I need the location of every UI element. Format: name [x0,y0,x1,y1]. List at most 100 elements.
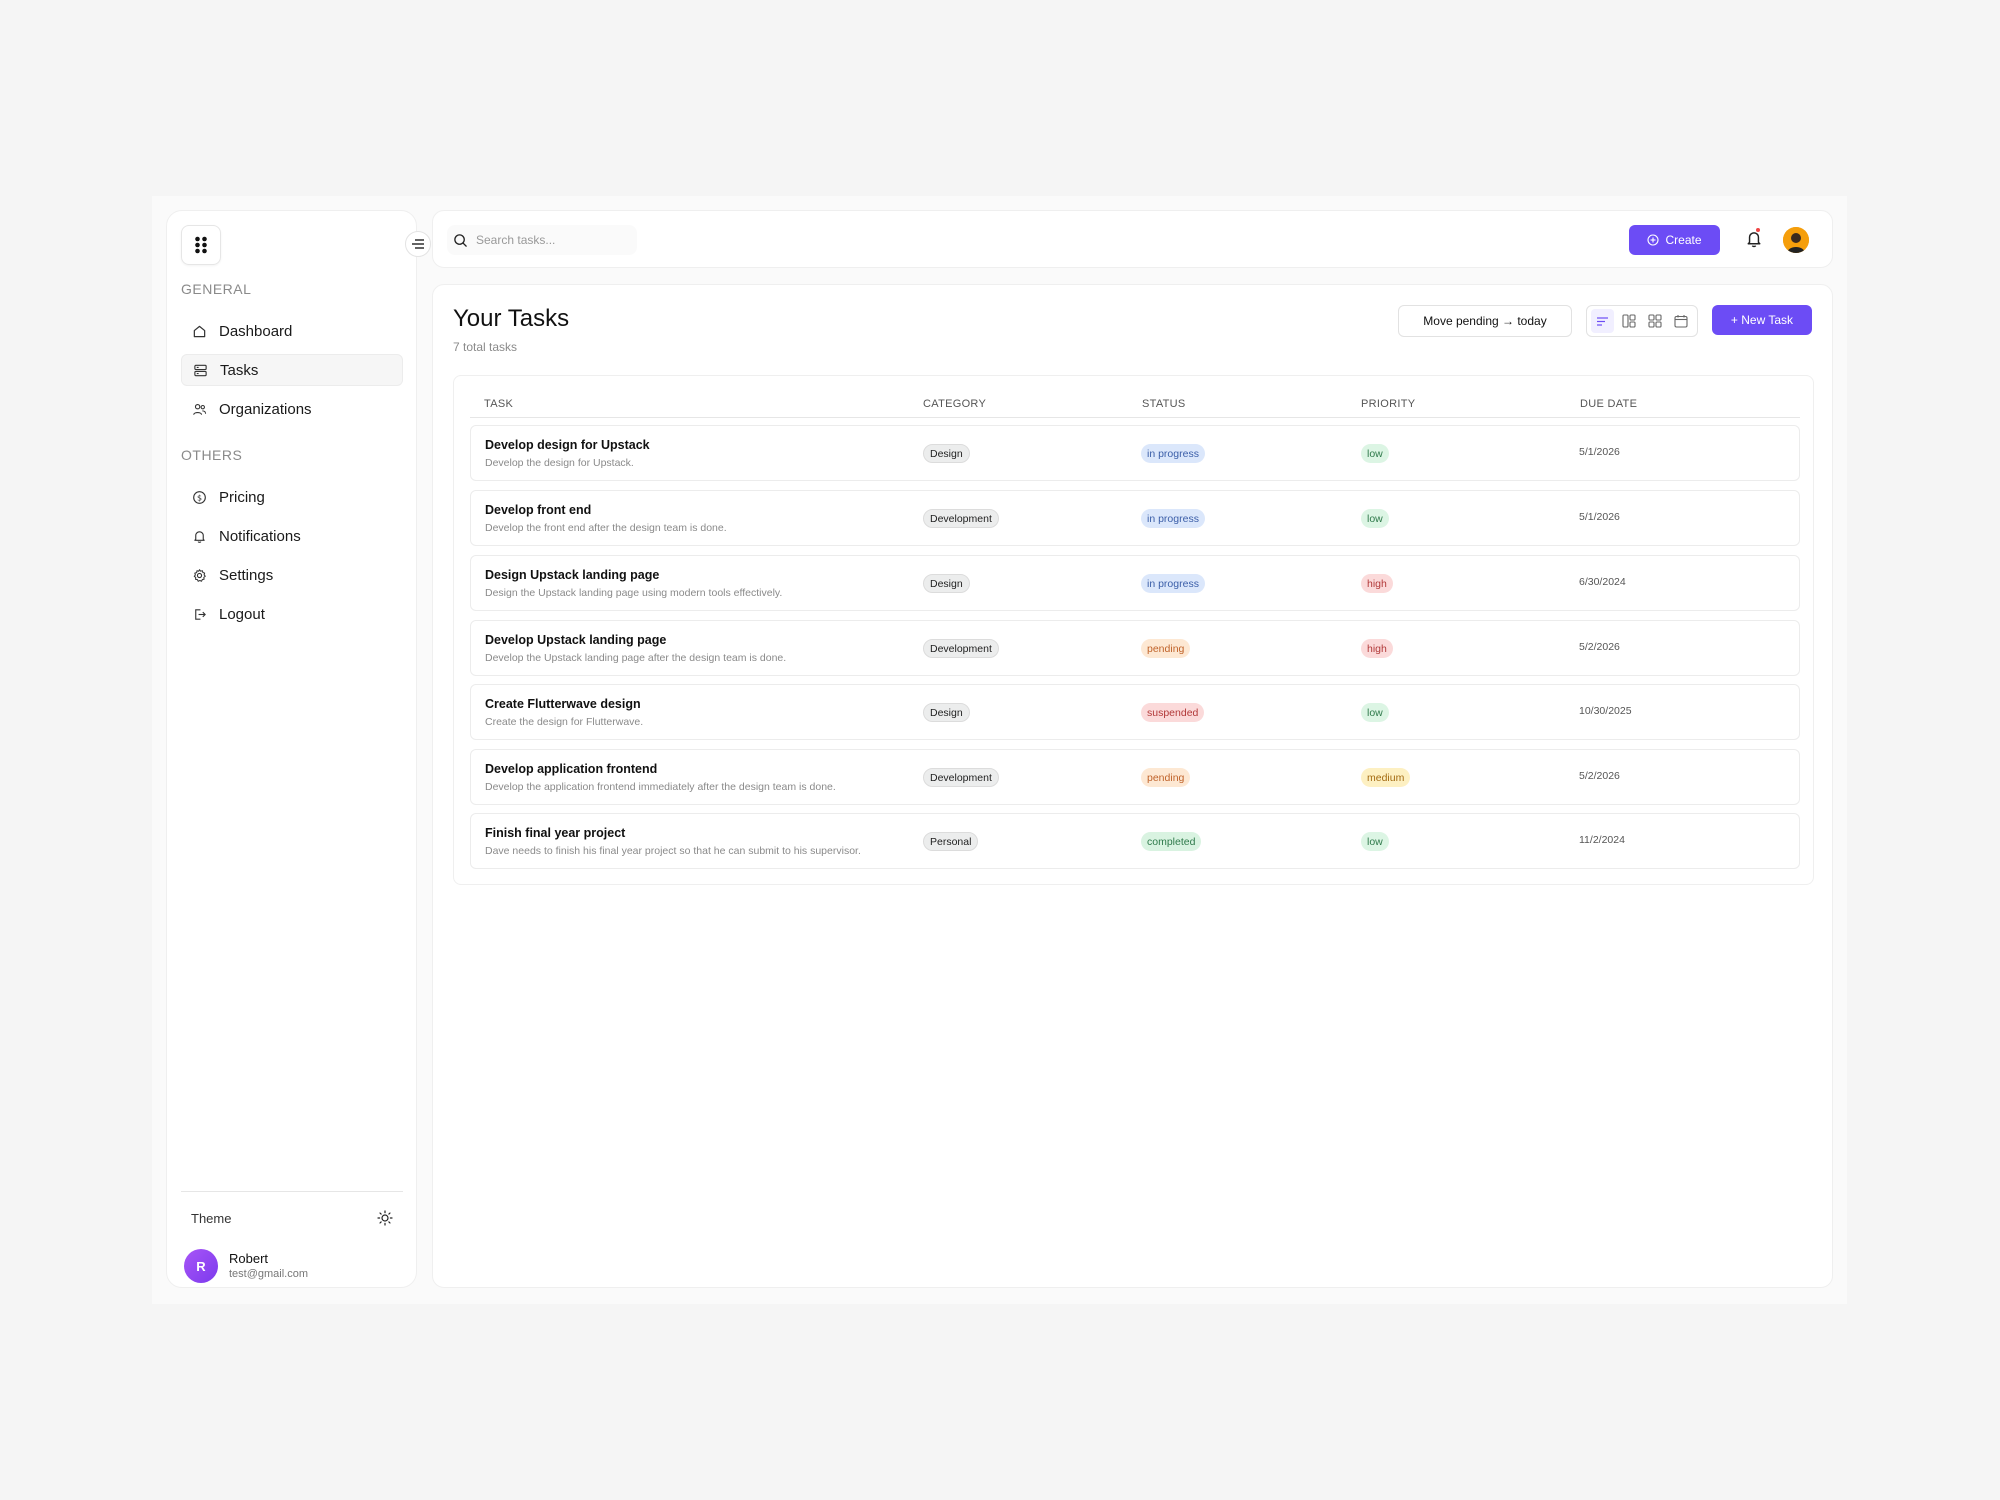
sidebar: GENERAL Dashboard Tasks Organizations OT… [166,210,431,1288]
menu-collapse-icon [412,239,424,249]
priority-badge: low [1361,703,1389,722]
bell-icon [1747,232,1761,248]
priority-badge: medium [1361,768,1411,787]
task-description: Dave needs to finish his final year proj… [485,845,861,857]
user-email: test@gmail.com [229,1268,309,1280]
view-list-button[interactable] [1591,309,1615,333]
category-badge: Design [923,444,970,463]
sidebar-item-pricing[interactable]: $ Pricing [181,481,403,513]
home-icon [191,323,207,339]
dollar-icon: $ [191,489,207,505]
notifications-button[interactable] [1745,229,1763,254]
table-row[interactable]: Develop Upstack landing page Develop the… [470,620,1800,676]
main-panel: Your Tasks 7 total tasks Move pending → … [432,284,1833,1288]
sidebar-item-label: Pricing [219,488,265,506]
due-date: 5/1/2026 [1579,446,1620,458]
category-badge: Personal [923,832,979,851]
table-row[interactable]: Create Flutterwave design Create the des… [470,684,1800,740]
task-title: Create Flutterwave design [485,697,641,711]
bell-icon [191,528,207,544]
task-title: Develop application frontend [485,762,658,776]
view-calendar-button[interactable] [1670,309,1693,333]
task-count: 7 total tasks [453,340,518,354]
logo[interactable] [181,225,221,265]
priority-badge: high [1361,574,1393,593]
move-pending-button[interactable]: Move pending → today [1398,305,1572,337]
tasks-table: TASK CATEGORY STATUS PRIORITY DUE DATE D… [453,375,1814,885]
sidebar-collapse-button[interactable] [405,231,431,257]
task-description: Develop the design for Upstack. [485,457,634,469]
svg-text:$: $ [196,493,201,502]
category-badge: Design [923,703,970,722]
column-header-due-date[interactable]: DUE DATE [1580,398,1637,410]
sidebar-item-dashboard[interactable]: Dashboard [181,315,403,347]
sidebar-item-label: Notifications [219,527,301,545]
priority-badge: high [1361,639,1393,658]
status-badge: pending [1141,639,1191,658]
create-button[interactable]: Create [1629,225,1720,255]
column-header-priority[interactable]: PRIORITY [1361,398,1415,410]
due-date: 6/30/2024 [1579,576,1626,588]
task-title: Develop design for Upstack [485,438,650,452]
priority-badge: low [1361,832,1389,851]
category-badge: Design [923,574,970,593]
new-task-button[interactable]: + New Task [1712,305,1812,335]
task-description: Develop the Upstack landing page after t… [485,652,787,664]
theme-label: Theme [191,1211,232,1226]
due-date: 5/2/2026 [1579,641,1620,653]
status-badge: in progress [1141,444,1205,463]
gear-icon [191,567,207,583]
status-badge: pending [1141,768,1191,787]
view-switcher [1586,305,1698,337]
users-icon [191,401,207,417]
theme-toggle-button[interactable] [377,1210,393,1231]
section-label-general: GENERAL [181,281,252,297]
section-label-others: OTHERS [181,447,243,463]
plus-circle-icon [1647,234,1660,246]
sidebar-item-label: Settings [219,566,274,584]
table-row[interactable]: Develop design for Upstack Develop the d… [470,425,1800,481]
view-board-button[interactable] [1617,309,1640,333]
calendar-icon [1674,315,1688,328]
create-button-label: Create [1665,233,1702,247]
task-description: Create the design for Flutterwave. [485,716,644,728]
task-description: Design the Upstack landing page using mo… [485,587,783,599]
sidebar-item-logout[interactable]: Logout [181,598,403,630]
task-description: Develop the front end after the design t… [485,522,727,534]
board-view-icon [1622,314,1636,328]
column-header-task[interactable]: TASK [484,398,513,410]
due-date: 10/30/2025 [1579,705,1632,717]
column-header-status[interactable]: STATUS [1142,398,1186,410]
grid-view-icon [1648,314,1662,328]
page-title: Your Tasks [453,305,570,332]
sidebar-item-label: Tasks [220,361,259,379]
sidebar-item-settings[interactable]: Settings [181,559,403,591]
sun-icon [377,1210,393,1226]
table-row[interactable]: Finish final year project Dave needs to … [470,813,1800,869]
table-row[interactable]: Develop application frontend Develop the… [470,749,1800,805]
category-badge: Development [923,768,999,787]
logout-icon [191,606,207,622]
task-title: Develop front end [485,503,592,517]
table-row[interactable]: Develop front end Develop the front end … [470,490,1800,546]
table-row[interactable]: Design Upstack landing page Design the U… [470,555,1800,611]
priority-badge: low [1361,509,1389,528]
sidebar-item-notifications[interactable]: Notifications [181,520,403,552]
search-input[interactable] [476,233,626,247]
category-badge: Development [923,639,999,658]
sidebar-item-label: Organizations [219,400,312,418]
profile-avatar[interactable] [1783,227,1809,253]
view-grid-button[interactable] [1644,309,1667,333]
sidebar-item-label: Logout [219,605,265,623]
sidebar-item-organizations[interactable]: Organizations [181,393,403,425]
user-avatar[interactable]: R [184,1249,218,1283]
status-badge: completed [1141,832,1202,851]
tasks-icon [192,362,208,378]
category-badge: Development [923,509,999,528]
search-box [447,225,637,255]
table-header: TASK CATEGORY STATUS PRIORITY DUE DATE [470,394,1800,418]
status-badge: in progress [1141,509,1205,528]
status-badge: suspended [1141,703,1205,722]
sidebar-item-tasks[interactable]: Tasks [181,354,403,386]
column-header-category[interactable]: CATEGORY [923,398,986,410]
